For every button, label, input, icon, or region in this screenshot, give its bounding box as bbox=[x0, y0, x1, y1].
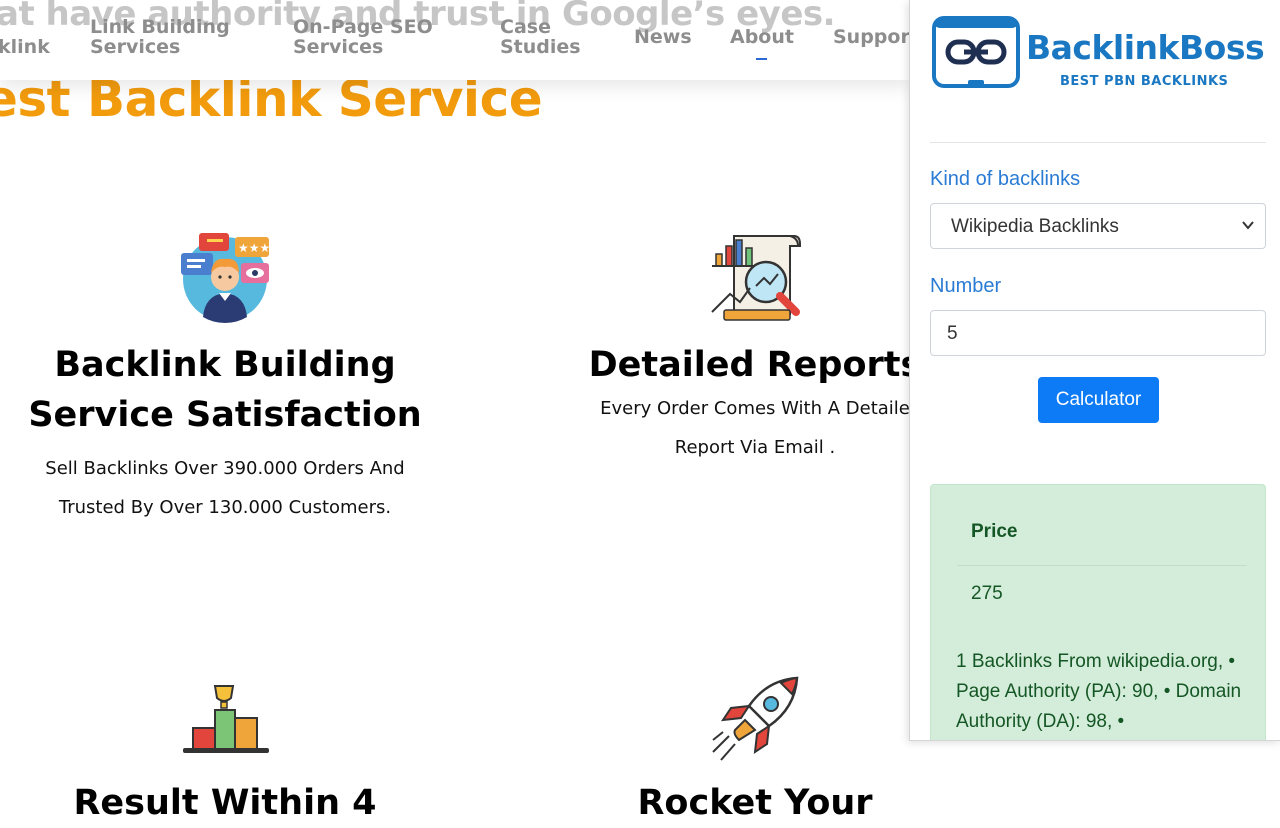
nav-item-onpage-seo[interactable]: On-Page SEO Services bbox=[293, 17, 433, 57]
nav-item-about[interactable]: About bbox=[730, 27, 794, 47]
select-value: Wikipedia Backlinks bbox=[951, 216, 1119, 237]
podium-trophy-icon bbox=[183, 685, 269, 753]
nav-item-label: Case bbox=[500, 16, 551, 38]
nav-item-label: Services bbox=[293, 36, 384, 58]
feature-title: Rocket Your bbox=[637, 783, 873, 823]
nav-item-news[interactable]: News bbox=[634, 27, 692, 47]
feature-description: Sell Backlinks Over 390.000 Orders And Tr… bbox=[45, 458, 405, 518]
feature-satisfaction: Backlink Building Service Satisfaction Se… bbox=[0, 340, 450, 527]
feature-title: Backlink Building Service Satisfaction bbox=[28, 345, 422, 435]
nav-item-label: Services bbox=[90, 36, 181, 58]
nav-item-backlink[interactable]: klink bbox=[0, 37, 50, 57]
nav-item-support[interactable]: Support bbox=[833, 27, 910, 47]
report-analysis-icon bbox=[711, 235, 801, 321]
price-label: Price bbox=[971, 521, 1018, 542]
kind-of-backlinks-select[interactable]: Wikipedia Backlinks bbox=[930, 203, 1266, 249]
nav-item-label: Link Building bbox=[90, 16, 230, 38]
number-input[interactable]: 5 bbox=[930, 310, 1266, 356]
rocket-icon bbox=[712, 676, 799, 761]
divider bbox=[957, 565, 1247, 566]
kind-of-backlinks-label: Kind of backlinks bbox=[930, 168, 1081, 190]
active-nav-indicator bbox=[756, 58, 767, 60]
feature-rocket: Rocket Your bbox=[530, 778, 980, 828]
nav-item-case-studies[interactable]: Case Studies bbox=[500, 17, 581, 57]
number-label: Number bbox=[930, 275, 1002, 297]
price-result-box: Price 275 1 Backlinks From wikipedia.org… bbox=[930, 484, 1266, 740]
logo-subtitle: BEST PBN BACKLINKS bbox=[1060, 74, 1229, 89]
nav-item-label: On-Page SEO bbox=[293, 16, 433, 38]
divider bbox=[930, 142, 1266, 143]
backlink-description: 1 Backlinks From wikipedia.org, • Page A… bbox=[956, 651, 1242, 732]
backlink-calculator-popup: BacklinkBoss BEST PBN BACKLINKS Kind of … bbox=[909, 0, 1280, 741]
svg-text:★★★: ★★★ bbox=[238, 241, 270, 255]
chevron-down-icon bbox=[1242, 221, 1254, 230]
feature-result: Result Within 4 bbox=[0, 778, 450, 828]
brand-logo: BacklinkBoss BEST PBN BACKLINKS bbox=[932, 16, 1265, 96]
chain-link-icon bbox=[932, 16, 1020, 88]
calculator-button[interactable]: Calculator bbox=[1038, 377, 1159, 423]
logo-title: BacklinkBoss bbox=[1026, 28, 1265, 67]
customer-review-icon: ★★★ bbox=[181, 233, 270, 323]
input-value: 5 bbox=[947, 323, 958, 344]
price-value: 275 bbox=[971, 583, 1003, 604]
nav-item-label: Studies bbox=[500, 36, 581, 58]
feature-title: Result Within 4 bbox=[73, 783, 377, 823]
site-header: at have authority and trust in Google’s … bbox=[0, 0, 910, 80]
nav-item-link-building[interactable]: Link Building Services bbox=[90, 17, 230, 57]
